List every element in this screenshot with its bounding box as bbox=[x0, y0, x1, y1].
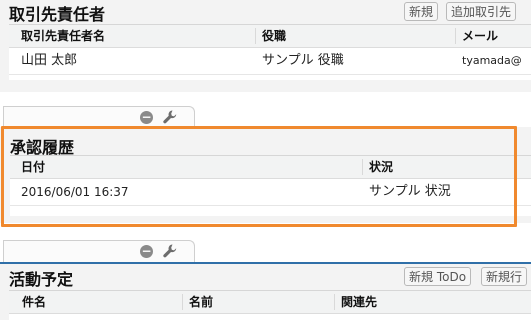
wrench-icon[interactable] bbox=[162, 109, 178, 125]
col-title[interactable]: 役職 bbox=[262, 25, 286, 47]
contacts-section: 取引先責任者 新規 追加取引先 取引先責任者名 役職 メール 山田 太郎 サンプ… bbox=[0, 0, 531, 92]
minus-icon[interactable]: − bbox=[140, 245, 153, 258]
new-event-button[interactable]: 新規行 bbox=[481, 267, 528, 286]
col-contact-name[interactable]: 取引先責任者名 bbox=[21, 25, 105, 47]
new-todo-button[interactable]: 新規 ToDo bbox=[404, 267, 472, 286]
activities-table-header: 件名 名前 関連先 bbox=[9, 291, 531, 314]
activities-section: 活動予定 新規 ToDo 新規行 件名 名前 関連先 bbox=[0, 262, 531, 323]
contacts-table: 取引先責任者名 役職 メール 山田 太郎 サンプル 役職 tyamada@ bbox=[9, 24, 531, 80]
col-email[interactable]: メール bbox=[462, 25, 498, 47]
contacts-table-header: 取引先責任者名 役職 メール bbox=[9, 25, 531, 48]
col-related[interactable]: 関連先 bbox=[341, 291, 377, 313]
contact-title-cell: サンプル 役職 bbox=[262, 53, 344, 68]
section-toolbar: − bbox=[3, 106, 195, 128]
activities-title: 活動予定 bbox=[9, 270, 74, 289]
contacts-add-button[interactable]: 追加取引先 bbox=[446, 2, 517, 21]
contacts-new-button[interactable]: 新規 bbox=[404, 2, 439, 21]
section-toolbar: − bbox=[3, 240, 195, 262]
contacts-title: 取引先責任者 bbox=[9, 5, 106, 24]
wrench-icon[interactable] bbox=[162, 243, 178, 259]
col-name[interactable]: 名前 bbox=[189, 291, 213, 313]
activities-table: 件名 名前 関連先 bbox=[9, 290, 531, 323]
highlight-frame bbox=[1, 126, 517, 227]
contact-email-link[interactable]: tyamada@ bbox=[462, 48, 522, 74]
col-subject[interactable]: 件名 bbox=[22, 291, 46, 313]
minus-icon[interactable]: − bbox=[140, 111, 153, 124]
contact-name-link[interactable]: 山田 太郎 bbox=[21, 48, 77, 74]
table-row: 山田 太郎 サンプル 役職 tyamada@ bbox=[9, 48, 531, 75]
